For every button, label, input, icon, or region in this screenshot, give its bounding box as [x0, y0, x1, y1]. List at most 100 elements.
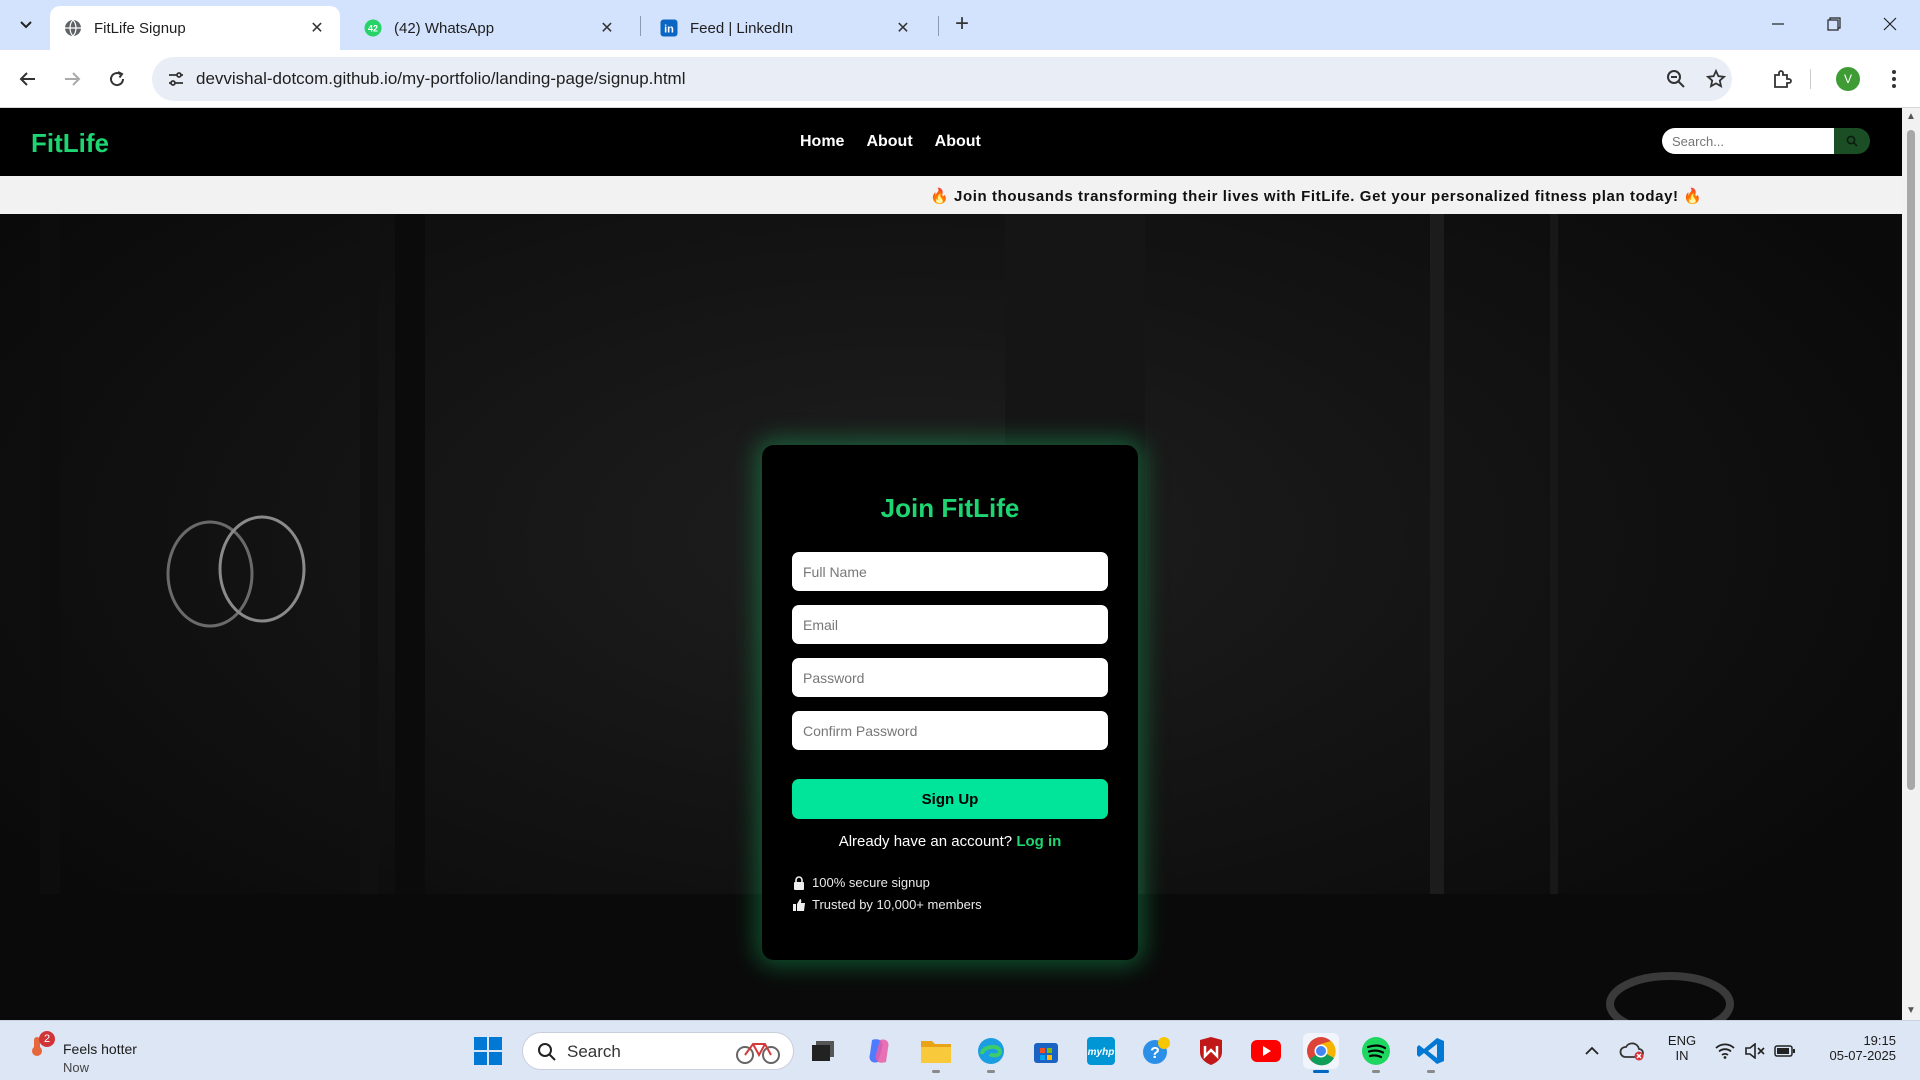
site-navbar: FitLife Home About About [0, 108, 1902, 176]
signup-title: Join FitLife [880, 493, 1020, 523]
get-help-app[interactable]: ? [1138, 1033, 1174, 1069]
bookmark-star-icon[interactable] [1704, 67, 1728, 91]
spotify-icon [1362, 1037, 1390, 1065]
running-indicator [1313, 1070, 1329, 1073]
running-indicator [1427, 1070, 1435, 1073]
trust-text: 100% secure signup [812, 875, 930, 890]
whatsapp-icon: 42 [364, 19, 382, 37]
zoom-icon[interactable] [1664, 67, 1688, 91]
youtube-app[interactable] [1248, 1033, 1284, 1069]
close-tab-icon[interactable]: ✕ [598, 19, 616, 37]
search-icon [538, 1043, 556, 1061]
weather-badge: 2 [39, 1031, 55, 1047]
running-indicator [1372, 1070, 1380, 1073]
windows-logo-icon [474, 1037, 502, 1065]
store-icon [1034, 1043, 1058, 1063]
task-view-icon [812, 1041, 834, 1061]
sign-up-button[interactable]: Sign Up [792, 779, 1108, 819]
address-bar[interactable]: devvishal-dotcom.github.io/my-portfolio/… [152, 57, 1732, 101]
minimize-button[interactable] [1750, 0, 1806, 48]
taskbar-search[interactable]: Search [522, 1032, 794, 1070]
globe-icon [64, 19, 82, 37]
vscode-app[interactable] [1413, 1033, 1449, 1073]
nav-link-about-2[interactable]: About [935, 133, 981, 151]
profile-avatar[interactable]: V [1836, 67, 1860, 91]
tab-linkedin[interactable]: in Feed | LinkedIn ✕ [646, 6, 926, 50]
volume-tray[interactable] [1740, 1033, 1770, 1069]
site-logo[interactable]: FitLife [31, 128, 109, 159]
back-button[interactable] [12, 63, 44, 95]
vscode-icon [1417, 1038, 1444, 1064]
copilot-app[interactable] [861, 1033, 897, 1069]
onedrive-tray[interactable] [1614, 1033, 1650, 1069]
mcafee-icon [1200, 1037, 1222, 1065]
scroll-up-arrow[interactable]: ▲ [1906, 112, 1916, 122]
tab-separator [938, 16, 939, 36]
wifi-icon [1715, 1043, 1735, 1059]
clock[interactable]: 19:15 05-07-2025 [1812, 1033, 1897, 1063]
myhp-app[interactable]: myhp [1083, 1033, 1119, 1069]
nav-link-about[interactable]: About [866, 133, 912, 151]
full-name-field[interactable] [792, 552, 1108, 591]
confirm-password-field[interactable] [792, 711, 1108, 750]
email-field[interactable] [792, 605, 1108, 644]
password-field[interactable] [792, 658, 1108, 697]
tab-title: FitLife Signup [94, 19, 186, 37]
spotify-app[interactable] [1358, 1033, 1394, 1073]
reload-icon [110, 71, 125, 87]
close-tab-icon[interactable]: ✕ [894, 19, 912, 37]
start-button[interactable] [470, 1033, 506, 1069]
battery-icon [1774, 1045, 1795, 1057]
chevron-up-icon [1585, 1046, 1599, 1055]
tab-fitlife-signup[interactable]: FitLife Signup ✕ [50, 6, 340, 50]
restore-button[interactable] [1806, 0, 1862, 48]
weather-widget[interactable]: 2 Feels hotter Now [24, 1031, 164, 1075]
trust-item-members: Trusted by 10,000+ members [792, 897, 982, 912]
site-search [1662, 128, 1870, 154]
page-scrollbar[interactable]: ▲ ▼ [1902, 108, 1920, 1020]
login-link[interactable]: Log in [1016, 833, 1061, 850]
browser-toolbar: devvishal-dotcom.github.io/my-portfolio/… [0, 50, 1920, 108]
nav-link-home[interactable]: Home [800, 133, 844, 151]
search-icon [1846, 135, 1858, 147]
scroll-thumb[interactable] [1907, 130, 1915, 790]
tab-title: (42) WhatsApp [394, 19, 495, 37]
language-indicator[interactable]: ENG IN [1662, 1033, 1702, 1063]
minimize-icon [1772, 23, 1784, 25]
site-search-button[interactable] [1834, 128, 1870, 154]
scroll-down-arrow[interactable]: ▼ [1906, 1006, 1916, 1016]
svg-text:myhp: myhp [1088, 1047, 1115, 1058]
edge-app[interactable] [973, 1033, 1009, 1073]
file-explorer-app[interactable] [918, 1033, 954, 1073]
chrome-app[interactable] [1303, 1033, 1339, 1073]
wifi-tray[interactable] [1710, 1033, 1740, 1069]
youtube-icon [1251, 1040, 1281, 1062]
battery-tray[interactable] [1770, 1033, 1800, 1069]
store-app[interactable] [1028, 1033, 1064, 1069]
close-tab-icon[interactable]: ✕ [308, 19, 326, 37]
folder-icon [921, 1041, 951, 1063]
tab-search-button[interactable] [10, 8, 42, 40]
forward-button[interactable] [56, 63, 88, 95]
svg-text:?: ? [1150, 1045, 1160, 1062]
browser-menu-button[interactable] [1878, 63, 1910, 95]
bicycle-icon [736, 1043, 780, 1064]
running-indicator [987, 1070, 995, 1073]
running-indicator [932, 1070, 940, 1073]
show-hidden-icons-button[interactable] [1574, 1033, 1610, 1069]
tab-whatsapp[interactable]: 42 (42) WhatsApp ✕ [350, 6, 630, 50]
site-search-input[interactable] [1662, 128, 1837, 154]
clock-date: 05-07-2025 [1829, 1048, 1897, 1063]
chevron-down-icon [20, 21, 32, 29]
close-window-button[interactable] [1862, 0, 1918, 48]
cloud-offline-icon [1619, 1042, 1644, 1061]
mcafee-app[interactable] [1193, 1033, 1229, 1069]
forward-arrow-icon [65, 72, 81, 86]
edge-icon [978, 1038, 1004, 1064]
extensions-button[interactable] [1766, 63, 1798, 95]
new-tab-button[interactable]: + [948, 10, 976, 38]
task-view-button[interactable] [805, 1033, 841, 1069]
help-icon: ? [1143, 1037, 1170, 1064]
site-settings-icon[interactable] [164, 67, 188, 91]
reload-button[interactable] [101, 63, 133, 95]
